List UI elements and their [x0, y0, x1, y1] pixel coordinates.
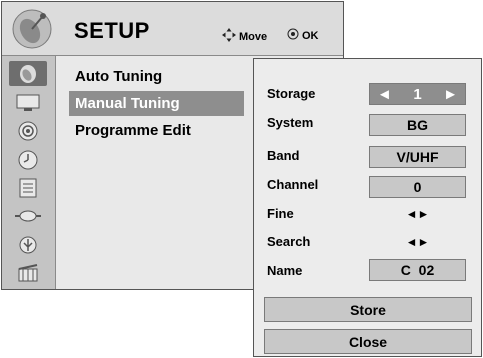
fine-label: Fine	[267, 206, 294, 221]
move-hint: Move	[222, 28, 267, 45]
storage-left-arrow-icon[interactable]: ◄	[377, 84, 392, 105]
time-icon[interactable]	[13, 149, 43, 170]
usb-icon[interactable]	[13, 234, 43, 255]
ok-hint-label: OK	[302, 29, 319, 42]
fine-arrows-icon[interactable]: ◄►	[369, 207, 466, 221]
storage-stepper[interactable]: ◄ 1 ►	[369, 83, 466, 105]
dpad-icon	[222, 28, 236, 45]
name-label: Name	[267, 263, 303, 278]
close-button[interactable]: Close	[264, 329, 472, 354]
band-label: Band	[267, 148, 300, 163]
storage-label: Storage	[267, 86, 316, 101]
move-hint-label: Move	[239, 30, 268, 43]
storage-value: 1	[413, 85, 422, 103]
picture-icon[interactable]	[13, 92, 43, 113]
ok-hint: OK	[287, 28, 319, 43]
channel-value[interactable]: 0	[369, 176, 466, 198]
system-label: System	[267, 115, 314, 130]
setup-icon[interactable]	[9, 61, 47, 86]
channel-label: Channel	[267, 177, 319, 192]
search-label: Search	[267, 234, 311, 249]
menu-item-auto-tuning[interactable]: Auto Tuning	[69, 64, 244, 89]
menu-header: SETUP Move OK	[2, 2, 343, 56]
name-value[interactable]: C 02	[369, 259, 466, 281]
audio-icon[interactable]	[13, 120, 43, 141]
page-title: SETUP	[74, 18, 150, 43]
store-button[interactable]: Store	[264, 297, 472, 322]
band-value[interactable]: V/UHF	[369, 146, 466, 168]
setup-satellite-icon	[10, 7, 54, 51]
system-value[interactable]: BG	[369, 114, 466, 136]
ok-button-icon	[287, 28, 299, 43]
menu-item-programme-edit[interactable]: Programme Edit	[69, 118, 244, 143]
search-arrows-icon[interactable]: ◄►	[369, 235, 466, 249]
input-icon[interactable]	[13, 205, 43, 226]
movie-icon[interactable]	[13, 262, 43, 283]
menu-item-manual-tuning[interactable]: Manual Tuning	[69, 91, 244, 116]
option-icon[interactable]	[13, 177, 43, 198]
manual-tuning-panel: Storage ◄ 1 ► System BG Band V/UHF Chann…	[253, 58, 482, 357]
storage-right-arrow-icon[interactable]: ►	[443, 84, 458, 105]
sidebar	[2, 56, 56, 289]
